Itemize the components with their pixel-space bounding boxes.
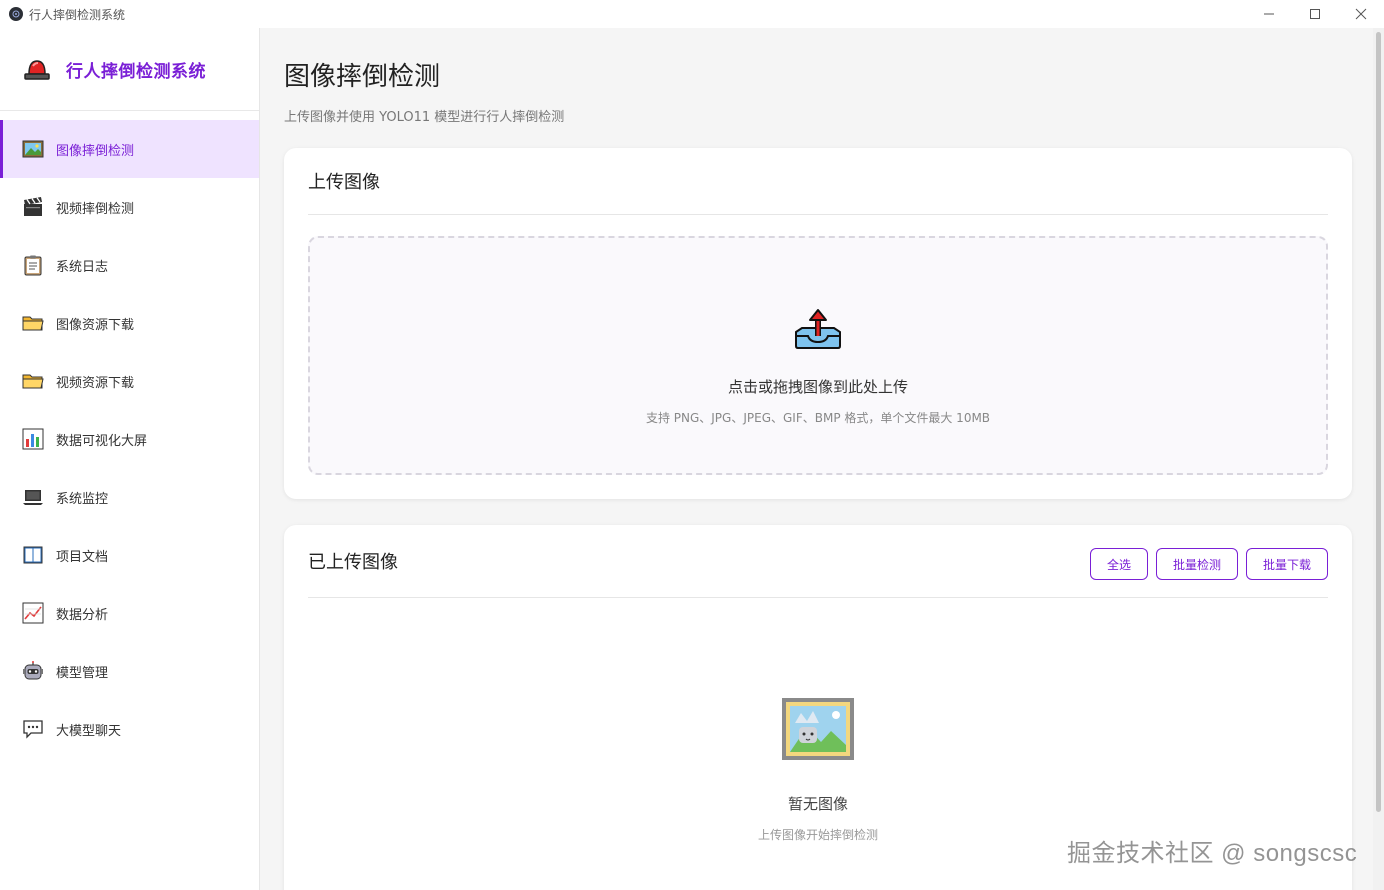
sidebar-item-video-download[interactable]: 视频资源下载 [0,352,259,410]
siren-icon [24,60,50,80]
page-subtitle: 上传图像并使用 YOLO11 模型进行行人摔倒检测 [284,110,565,125]
folder-icon [22,370,44,392]
maximize-icon [1310,9,1320,19]
upload-tray-icon [795,309,841,349]
brand: 行人摔倒检测系统 [0,28,259,111]
sidebar-item-data-analysis[interactable]: 数据分析 [0,584,259,642]
folder-icon [22,312,44,334]
minimize-button[interactable] [1246,0,1292,28]
sidebar-item-model-management[interactable]: 模型管理 [0,642,259,700]
sidebar-item-label: 模型管理 [56,665,109,681]
window-title: 行人摔倒检测系统 [29,7,126,22]
page-title: 图像摔倒检测 [284,62,441,92]
upload-card: 上传图像 点击或拖拽图像到此处上传 支持 PNG、JPG、JPEG、GIF、BM… [284,148,1352,499]
sidebar-item-label: 项目文档 [56,549,109,565]
sidebar: 行人摔倒检测系统 图像摔倒检测 视频摔倒检测 系统日志 图像资源下载 视频资源下… [0,28,260,890]
upload-card-title: 上传图像 [308,172,380,193]
batch-download-button[interactable]: 批量下载 [1245,548,1328,580]
sidebar-item-image-download[interactable]: 图像资源下载 [0,294,259,352]
sidebar-item-llm-chat[interactable]: 大模型聊天 [0,700,259,758]
sidebar-item-project-docs[interactable]: 项目文档 [0,526,259,584]
drop-format-hint: 支持 PNG、JPG、JPEG、GIF、BMP 格式，单个文件最大 10MB [645,411,991,425]
clipboard-icon [22,254,44,276]
sidebar-item-video-detection[interactable]: 视频摔倒检测 [0,178,259,236]
main-content: 图像摔倒检测 上传图像并使用 YOLO11 模型进行行人摔倒检测 上传图像 点击… [261,28,1373,890]
scrollbar-thumb[interactable] [1376,32,1381,812]
drop-instruction: 点击或拖拽图像到此处上传 [727,378,908,396]
sidebar-item-label: 图像资源下载 [56,317,135,333]
clapper-icon [22,196,44,218]
sidebar-item-system-log[interactable]: 系统日志 [0,236,259,294]
main-scrollbar[interactable] [1373,28,1384,890]
robot-icon [22,660,44,682]
sidebar-item-label: 视频摔倒检测 [56,201,135,217]
upload-dropzone[interactable]: 点击或拖拽图像到此处上传 支持 PNG、JPG、JPEG、GIF、BMP 格式，… [308,236,1328,475]
batch-detect-button[interactable]: 批量检测 [1155,548,1238,580]
brand-title: 行人摔倒检测系统 [66,61,206,82]
sidebar-item-label: 系统日志 [56,259,109,275]
batch-actions: 全选 批量检测 批量下载 [1089,548,1328,580]
framed-picture-icon [782,698,854,760]
app-icon [9,7,23,21]
title-bar: 行人摔倒检测系统 [0,0,1384,28]
uploaded-card-header: 已上传图像 全选 批量检测 批量下载 [308,525,1328,598]
book-icon [22,544,44,566]
sidebar-nav: 图像摔倒检测 视频摔倒检测 系统日志 图像资源下载 视频资源下载 数据可视化大屏… [0,120,259,758]
chat-icon [22,718,44,740]
select-all-button[interactable]: 全选 [1089,548,1148,580]
maximize-button[interactable] [1292,0,1338,28]
sidebar-item-label: 数据分析 [56,607,109,623]
empty-state-title: 暂无图像 [787,795,848,813]
sidebar-item-label: 系统监控 [56,491,109,507]
sidebar-item-image-detection[interactable]: 图像摔倒检测 [0,120,259,178]
laptop-icon [22,486,44,508]
uploaded-card-title: 已上传图像 [308,552,398,573]
sidebar-item-label: 大模型聊天 [56,723,122,739]
sidebar-item-label: 数据可视化大屏 [56,433,148,449]
bar-chart-icon [22,428,44,450]
sidebar-item-label: 视频资源下载 [56,375,135,391]
upload-card-header: 上传图像 [308,148,1328,215]
sidebar-item-dashboard[interactable]: 数据可视化大屏 [0,410,259,468]
watermark: 掘金技术社区 @ songscsc [1067,840,1358,867]
window-controls [1246,0,1384,28]
line-chart-icon [22,602,44,624]
sidebar-item-label: 图像摔倒检测 [56,143,135,159]
minimize-icon [1264,13,1274,15]
close-button[interactable] [1338,0,1384,28]
picture-icon [22,138,44,160]
sidebar-item-system-monitor[interactable]: 系统监控 [0,468,259,526]
close-icon [1355,8,1367,20]
